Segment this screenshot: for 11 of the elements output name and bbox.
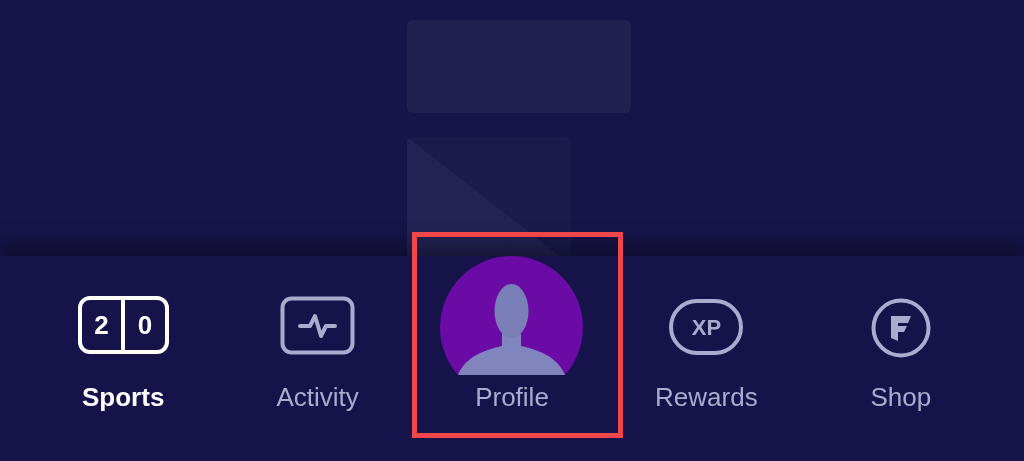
score-digit: 2 (93, 308, 110, 342)
nav-tab[interactable]: Rewards (651, 382, 762, 412)
nav-tab[interactable]: Sports (78, 382, 169, 412)
coin-icon (870, 298, 931, 358)
pulse-icon (280, 296, 356, 355)
score-digit: 0 (121, 300, 165, 350)
nav-tab[interactable]: Activity (272, 382, 363, 412)
avatar-icon (440, 256, 584, 375)
xp-icon: XP (669, 299, 744, 355)
nav-tab[interactable]: Shop (866, 382, 936, 412)
nav-tab[interactable]: Profile (471, 382, 553, 412)
